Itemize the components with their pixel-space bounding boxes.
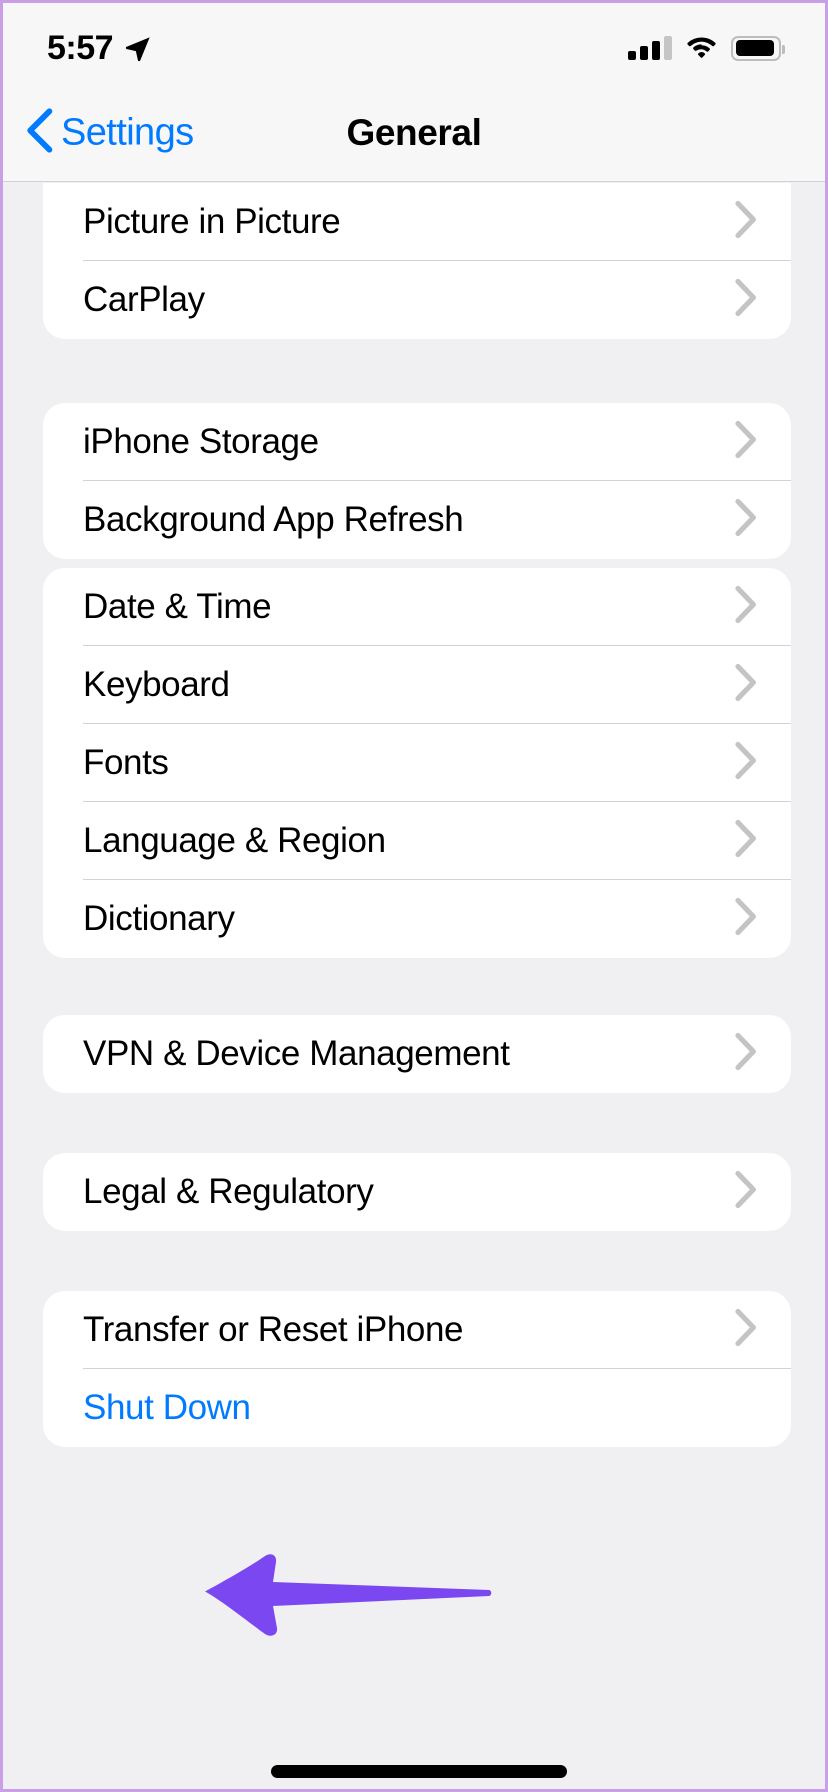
status-bar-left: 5:57	[47, 29, 153, 68]
settings-group-legal-group: Legal & Regulatory	[43, 1153, 791, 1231]
list-item[interactable]: VPN & Device Management	[43, 1015, 791, 1093]
settings-group-reset-group: Transfer or Reset iPhone Shut Down	[43, 1291, 791, 1447]
list-item-label: Picture in Picture	[83, 202, 341, 241]
chevron-right-icon	[735, 498, 757, 542]
list-item[interactable]: Language & Region	[43, 802, 791, 880]
list-item-label: Transfer or Reset iPhone	[83, 1310, 464, 1349]
chevron-right-icon	[735, 420, 757, 464]
status-bar-right	[628, 33, 785, 63]
list-item[interactable]: Background App Refresh	[43, 481, 791, 559]
settings-group-localization-group: Date & Time Keyboard Fonts Language & Regio…	[43, 568, 791, 958]
home-indicator	[271, 1765, 567, 1778]
chevron-right-icon	[735, 663, 757, 707]
list-item[interactable]: iPhone Storage	[43, 403, 791, 481]
list-item[interactable]: Dictionary	[43, 880, 791, 958]
list-item[interactable]: CarPlay	[43, 261, 791, 339]
status-bar: 5:57	[3, 3, 825, 85]
chevron-right-icon	[735, 585, 757, 629]
list-item-label: Language & Region	[83, 821, 386, 860]
chevron-right-icon	[735, 1170, 757, 1214]
list-item-label: Dictionary	[83, 899, 235, 938]
chevron-right-icon	[735, 278, 757, 322]
list-item-label: Shut Down	[83, 1388, 251, 1427]
list-item[interactable]: Date & Time	[43, 568, 791, 646]
settings-group-storage-group: iPhone Storage Background App Refresh	[43, 403, 791, 559]
list-item-label: Background App Refresh	[83, 500, 464, 539]
battery-icon	[731, 35, 785, 61]
iphone-screen: 5:57 Settings General Picture in Picture…	[0, 0, 828, 1792]
list-item[interactable]: Fonts	[43, 724, 791, 802]
wifi-icon	[685, 33, 718, 63]
chevron-right-icon	[735, 1308, 757, 1352]
list-item-label: CarPlay	[83, 280, 205, 319]
list-item-label: Keyboard	[83, 665, 230, 704]
list-item[interactable]: Keyboard	[43, 646, 791, 724]
chevron-right-icon	[735, 897, 757, 941]
location-arrow-icon	[123, 32, 153, 64]
page-title: General	[346, 112, 482, 153]
settings-group-media-group: Picture in Picture CarPlay	[43, 183, 791, 339]
status-bar-clock: 5:57	[47, 28, 114, 67]
list-item-label: Date & Time	[83, 587, 272, 626]
navigation-bar: Settings General	[3, 85, 825, 182]
cellular-signal-icon	[628, 36, 672, 60]
chevron-right-icon	[735, 741, 757, 785]
list-item[interactable]: Shut Down	[43, 1369, 791, 1447]
list-item[interactable]: Legal & Regulatory	[43, 1153, 791, 1231]
list-item-label: VPN & Device Management	[83, 1034, 510, 1073]
list-item-label: Legal & Regulatory	[83, 1172, 374, 1211]
chevron-right-icon	[735, 1032, 757, 1076]
settings-group-vpn-group: VPN & Device Management	[43, 1015, 791, 1093]
list-item[interactable]: Picture in Picture	[43, 183, 791, 261]
list-item-label: Fonts	[83, 743, 169, 782]
list-item-label: iPhone Storage	[83, 422, 319, 461]
list-item[interactable]: Transfer or Reset iPhone	[43, 1291, 791, 1369]
chevron-right-icon	[735, 200, 757, 244]
settings-list[interactable]: Picture in Picture CarPlay iPhone Storage B…	[3, 183, 825, 1789]
chevron-right-icon	[735, 819, 757, 863]
